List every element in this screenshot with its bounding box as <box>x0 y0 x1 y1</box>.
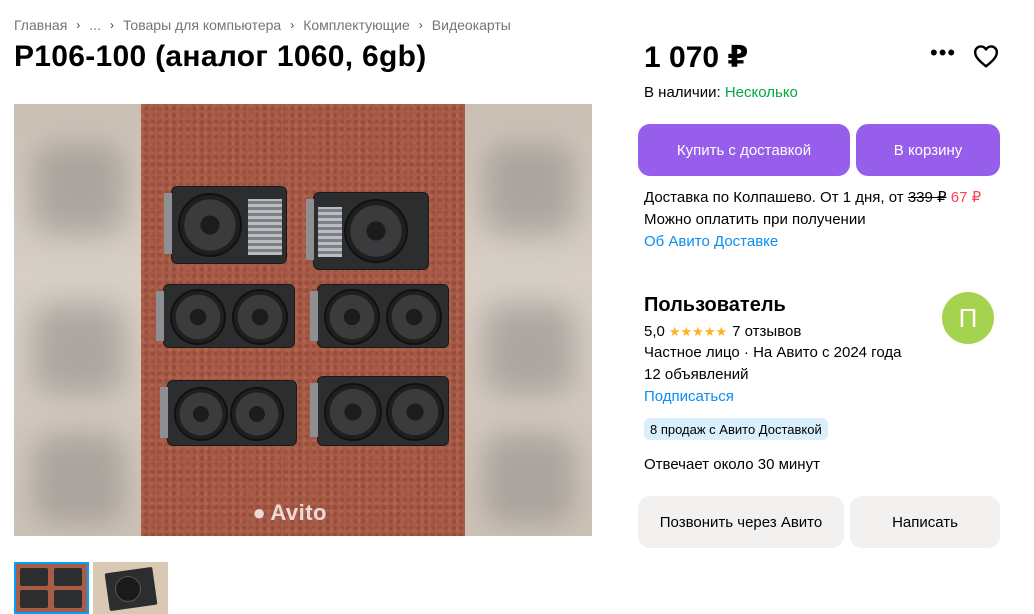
delivery-info: Доставка по Колпашево. От 1 дня, от 339 … <box>644 187 981 253</box>
about-delivery-link[interactable]: Об Авито Доставке <box>644 231 981 253</box>
more-dots-icon[interactable]: ••• <box>930 42 955 66</box>
breadcrumb: Главная › ... › Товары для компьютера › … <box>14 17 511 33</box>
thumbnail-1[interactable] <box>14 562 89 614</box>
avito-logo-icon: ● <box>252 500 267 525</box>
breadcrumb-video-cards[interactable]: Видеокарты <box>432 17 511 33</box>
delivery-line: Доставка по Колпашево. От 1 дня, от 339 … <box>644 187 981 209</box>
delivery-text: Доставка по Колпашево. От 1 дня, от <box>644 189 904 206</box>
stock-value: Несколько <box>724 84 798 101</box>
chevron-right-icon: › <box>290 18 295 32</box>
breadcrumb-components[interactable]: Комплектующие <box>303 17 410 33</box>
chevron-right-icon: › <box>418 18 423 32</box>
sales-badge: 8 продаж с Авито Доставкой <box>644 418 828 440</box>
delivery-new-price: 67 ₽ <box>950 189 982 206</box>
pay-on-receipt: Можно оплатить при получении <box>644 211 866 228</box>
chevron-right-icon: › <box>109 18 114 32</box>
breadcrumb-home[interactable]: Главная <box>14 17 67 33</box>
heart-icon[interactable] <box>973 44 999 68</box>
avatar[interactable]: П <box>942 292 994 344</box>
page-title: P106-100 (аналог 1060, 6gb) <box>14 40 427 73</box>
seller-type-since: Частное лицо · На Авито с 2024 года <box>644 344 902 361</box>
seller-rating: 5,0 ★★★★★ 7 отзывов <box>644 323 801 340</box>
add-to-cart-button[interactable]: В корзину <box>856 124 1000 176</box>
breadcrumb-computer-goods[interactable]: Товары для компьютера <box>123 17 281 33</box>
price: 1 070 ₽ <box>644 41 749 74</box>
gpu-photo: ● Avito <box>141 104 465 536</box>
response-time: Отвечает около 30 минут <box>644 456 820 473</box>
delivery-old-price: 339 ₽ <box>907 189 947 206</box>
avito-watermark: ● Avito <box>252 500 327 525</box>
chevron-right-icon: › <box>76 18 81 32</box>
subscribe-link[interactable]: Подписаться <box>644 388 734 405</box>
thumbnail-2[interactable] <box>93 562 168 614</box>
stock-status: В наличии: Несколько <box>644 84 798 101</box>
star-rating-icon: ★★★★★ <box>668 323 728 339</box>
main-photo[interactable]: ● Avito <box>14 104 592 536</box>
seller-listings[interactable]: 12 объявлений <box>644 366 749 383</box>
call-button[interactable]: Позвонить через Авито <box>638 496 844 548</box>
stock-label: В наличии: <box>644 84 721 101</box>
seller-name[interactable]: Пользователь <box>644 294 786 317</box>
buy-with-delivery-button[interactable]: Купить с доставкой <box>638 124 850 176</box>
breadcrumb-ellipsis[interactable]: ... <box>89 17 101 33</box>
write-message-button[interactable]: Написать <box>850 496 1000 548</box>
reviews-link[interactable]: 7 отзывов <box>732 323 801 340</box>
rating-value: 5,0 <box>644 323 665 340</box>
